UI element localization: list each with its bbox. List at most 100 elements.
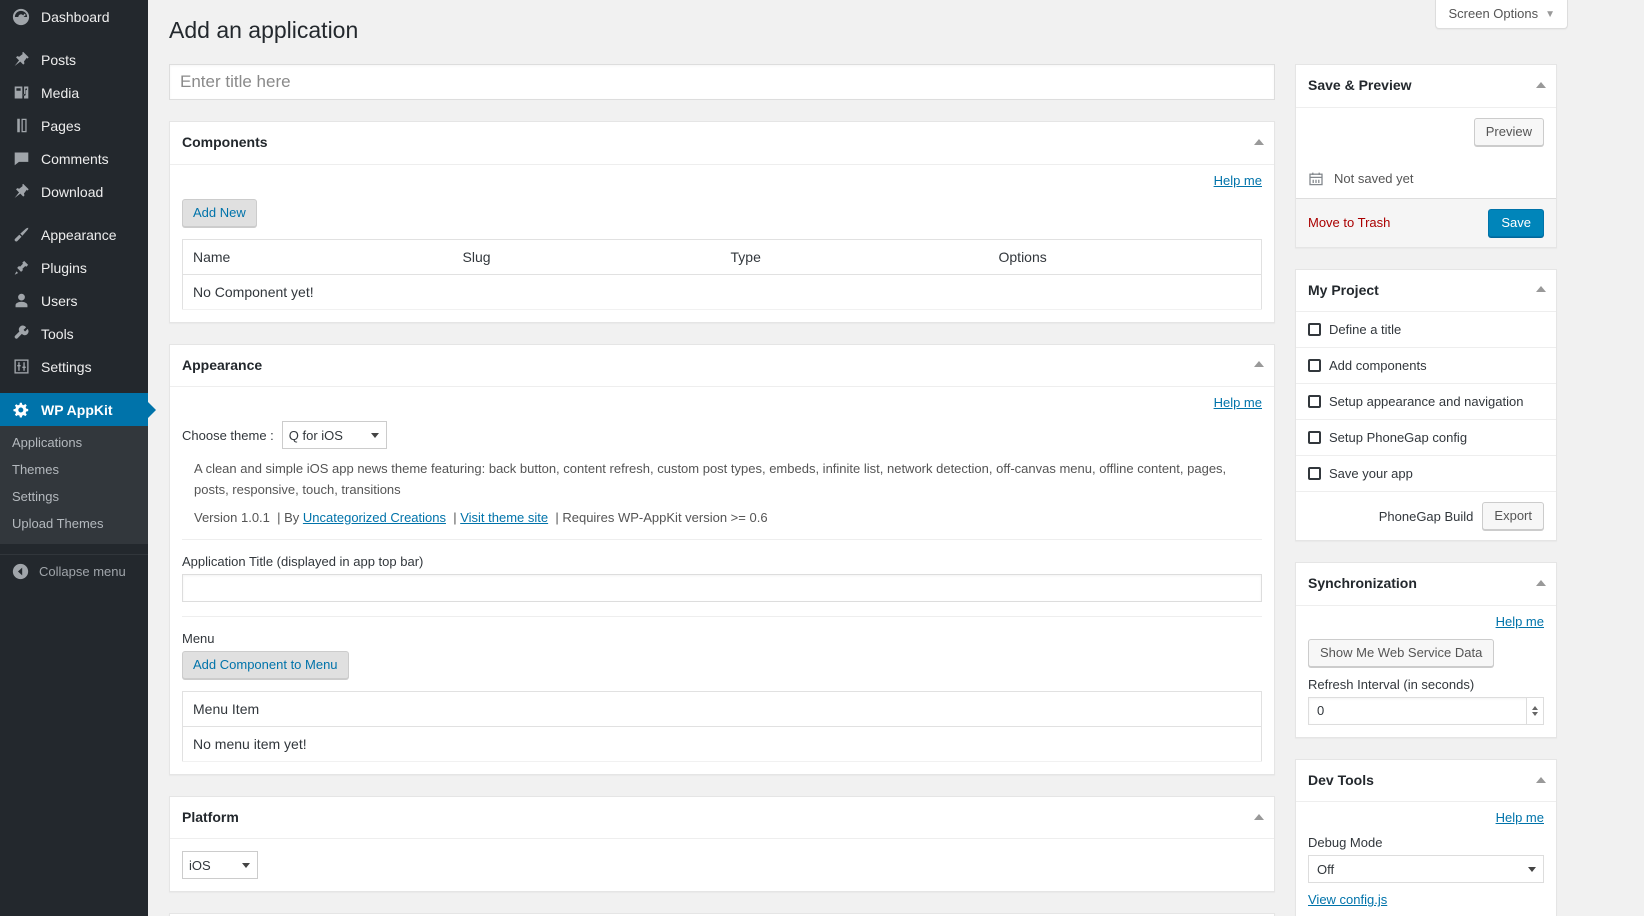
components-toggle-icon[interactable] — [1254, 138, 1264, 145]
sidebar-item-appearance[interactable]: Appearance — [0, 218, 148, 251]
project-step-label: Setup PhoneGap config — [1329, 430, 1468, 446]
sidebar-item-settings[interactable]: Settings — [0, 350, 148, 383]
view-config-js-link[interactable]: View config.js — [1308, 892, 1387, 907]
components-col-type: Type — [720, 239, 989, 275]
dev-tools-panel: Dev Tools Help me Debug Mode Off View co… — [1295, 758, 1557, 916]
sidebar-item-download[interactable]: Download — [0, 175, 148, 208]
add-new-component-button[interactable]: Add New — [182, 198, 257, 227]
appearance-panel-body: Help me Choose theme : Q for iOS A clean… — [170, 387, 1274, 774]
sidebar-item-dashboard[interactable]: Dashboard — [0, 0, 148, 33]
sidebar-separator — [0, 208, 148, 218]
sidebar-item-label: Pages — [41, 117, 81, 134]
show-web-service-data-button[interactable]: Show Me Web Service Data — [1308, 638, 1495, 667]
save-preview-actions: Move to Trash Save — [1296, 197, 1556, 247]
my-project-panel: My Project Define a title Add components — [1295, 268, 1557, 542]
sidebar-item-tools[interactable]: Tools — [0, 317, 148, 350]
sidebar-item-label: Comments — [41, 150, 109, 167]
menu-col-item: Menu Item — [182, 691, 1262, 727]
sidebar-submenu-item-upload-themes[interactable]: Upload Themes — [0, 511, 148, 538]
user-icon — [10, 291, 32, 311]
save-preview-title-text: Save & Preview — [1308, 77, 1412, 93]
project-step-label: Define a title — [1329, 322, 1402, 338]
theme-by-prefix: By — [284, 509, 300, 525]
dev-tools-toggle-icon[interactable] — [1536, 776, 1546, 783]
preview-button-row: Preview — [1308, 117, 1544, 146]
pin-icon — [10, 50, 32, 70]
synchronization-help-link[interactable]: Help me — [1496, 614, 1544, 629]
project-step-define-title[interactable]: Define a title — [1296, 312, 1556, 349]
sidebar-item-label: Dashboard — [41, 8, 110, 25]
sidebar-item-comments[interactable]: Comments — [0, 142, 148, 175]
appearance-toggle-icon[interactable] — [1254, 361, 1264, 368]
sidebar-submenu-item-settings[interactable]: Settings — [0, 484, 148, 511]
sidebar-submenu-item-themes[interactable]: Themes — [0, 457, 148, 484]
platform-toggle-icon[interactable] — [1254, 813, 1264, 820]
move-to-trash-link[interactable]: Move to Trash — [1308, 215, 1390, 230]
secondary-column: Save & Preview Preview Not saved yet Mov… — [1295, 64, 1557, 916]
components-panel: Components Help me Add New Name Slug Typ — [169, 121, 1275, 323]
choose-theme-label: Choose theme : — [182, 427, 274, 443]
menu-label: Menu — [182, 630, 215, 646]
appearance-help-link[interactable]: Help me — [1214, 395, 1262, 410]
sidebar-item-pages[interactable]: Pages — [0, 109, 148, 142]
gear-icon — [10, 400, 32, 420]
save-preview-body: Preview Not saved yet — [1296, 108, 1556, 198]
checkbox-icon[interactable] — [1308, 395, 1321, 409]
sliders-icon — [10, 357, 32, 377]
sidebar-item-label: Users — [41, 292, 78, 309]
components-col-slug: Slug — [452, 239, 721, 275]
synchronization-panel: Synchronization Help me Show Me Web Serv… — [1295, 562, 1557, 738]
sidebar-item-label: WP AppKit — [41, 401, 113, 418]
debug-mode-select[interactable]: Off — [1308, 855, 1544, 884]
brush-icon — [10, 225, 32, 245]
project-step-add-components[interactable]: Add components — [1296, 348, 1556, 385]
checkbox-icon[interactable] — [1308, 323, 1321, 337]
collapse-menu-button[interactable]: Collapse menu — [0, 553, 148, 588]
dev-tools-title: Dev Tools — [1296, 760, 1556, 803]
project-step-label: Add components — [1329, 358, 1427, 374]
menu-table-header-row: Menu Item — [182, 691, 1262, 727]
sidebar-item-media[interactable]: Media — [0, 76, 148, 109]
project-step-save-app[interactable]: Save your app — [1296, 456, 1556, 493]
save-status-row: Not saved yet — [1308, 170, 1544, 188]
save-preview-toggle-icon[interactable] — [1536, 81, 1546, 88]
app-title-input[interactable] — [169, 64, 1275, 100]
sidebar-item-posts[interactable]: Posts — [0, 43, 148, 76]
add-component-to-menu-button[interactable]: Add Component to Menu — [182, 650, 349, 679]
media-icon — [10, 83, 32, 103]
refresh-interval-input[interactable] — [1308, 696, 1544, 725]
preview-button[interactable]: Preview — [1473, 117, 1544, 146]
sidebar-separator — [0, 383, 148, 393]
platform-panel: Platform iOS — [169, 795, 1275, 893]
sidebar-item-label: Download — [41, 183, 104, 200]
application-title-input[interactable] — [182, 573, 1262, 602]
my-project-title: My Project — [1296, 270, 1556, 313]
sidebar-item-wp-appkit[interactable]: WP AppKit — [0, 393, 156, 426]
my-project-toggle-icon[interactable] — [1536, 286, 1546, 293]
checkbox-icon[interactable] — [1308, 431, 1321, 445]
synchronization-toggle-icon[interactable] — [1536, 579, 1546, 586]
project-step-setup-phonegap[interactable]: Setup PhoneGap config — [1296, 420, 1556, 457]
checkbox-icon[interactable] — [1308, 359, 1321, 373]
comments-icon — [10, 149, 32, 169]
sidebar-item-users[interactable]: Users — [0, 284, 148, 317]
dev-tools-help-link[interactable]: Help me — [1496, 810, 1544, 825]
save-status-text: Not saved yet — [1334, 171, 1414, 187]
platform-select[interactable]: iOS — [182, 851, 258, 880]
screen-options-tab[interactable]: Screen Options ▼ — [1435, 0, 1568, 29]
save-button[interactable]: Save — [1488, 208, 1544, 237]
sidebar-submenu-item-applications[interactable]: Applications — [0, 430, 148, 457]
pin-icon — [10, 182, 32, 202]
components-table: Name Slug Type Options No Component yet! — [182, 238, 1262, 310]
divider — [182, 538, 1262, 540]
theme-site-link[interactable]: Visit theme site — [460, 510, 548, 525]
theme-select[interactable]: Q for iOS — [281, 421, 387, 450]
checkbox-icon[interactable] — [1308, 467, 1321, 481]
theme-author-link[interactable]: Uncategorized Creations — [303, 510, 446, 525]
export-button[interactable]: Export — [1482, 502, 1544, 531]
project-step-setup-appearance[interactable]: Setup appearance and navigation — [1296, 384, 1556, 421]
components-help-link[interactable]: Help me — [1214, 173, 1262, 188]
number-spinner-icon[interactable] — [1526, 697, 1543, 724]
sidebar-item-plugins[interactable]: Plugins — [0, 251, 148, 284]
main-content: Screen Options ▼ Add an application Compo… — [148, 0, 1644, 916]
